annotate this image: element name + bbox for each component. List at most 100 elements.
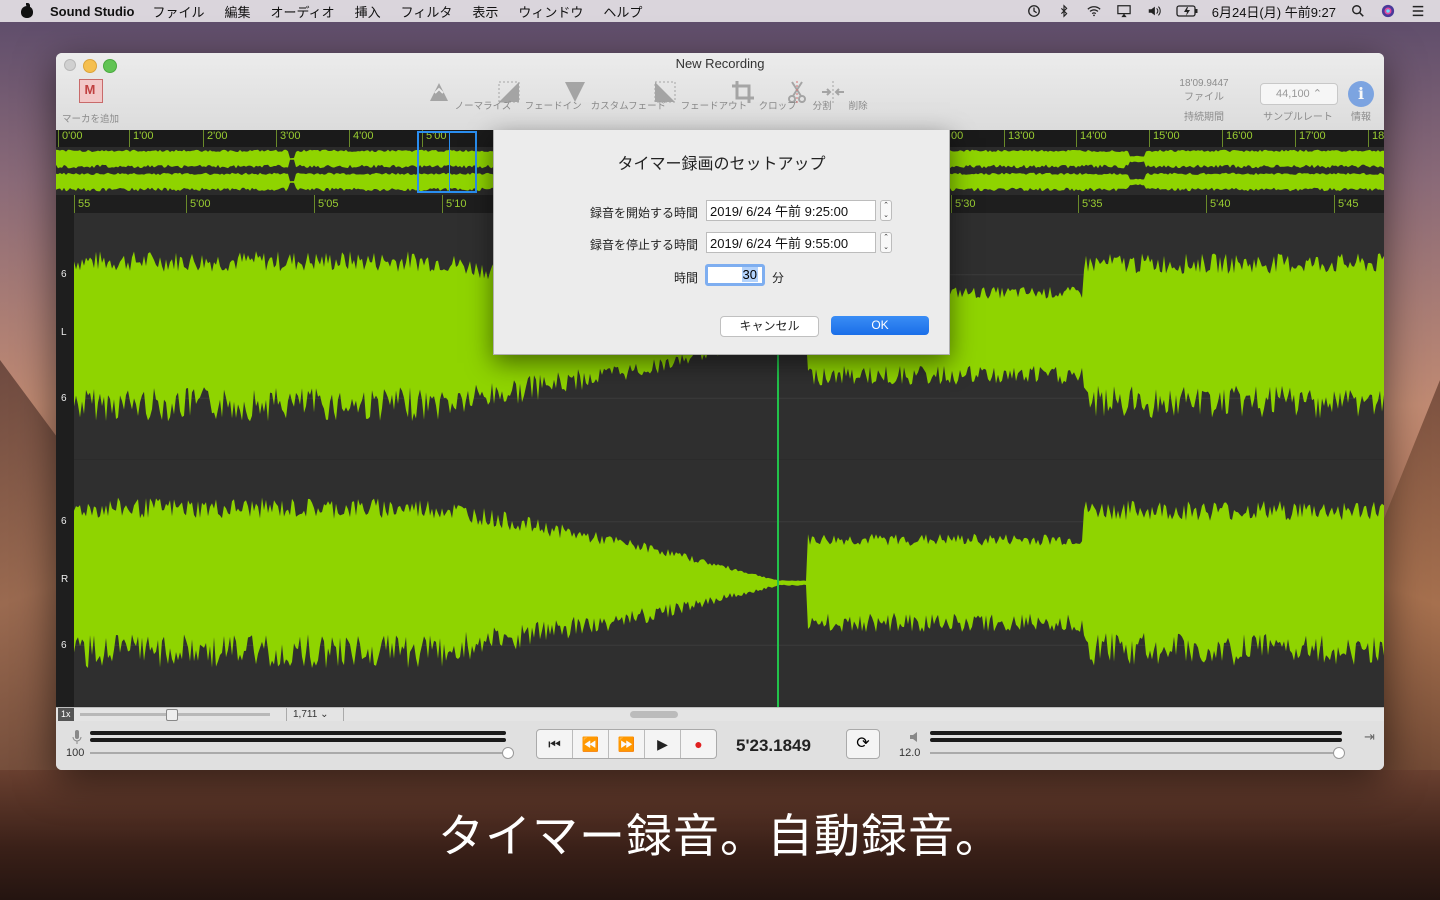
ruler-tick: 16'00 [1222,130,1253,147]
output-level-meter-left [930,731,1342,735]
channel-scale-label: 6 [61,516,67,527]
transport-bar: 100 ⏮ ⏪ ⏩ ▶ ● 5'23.1849 ⟳ 12.0 ⇥ [56,721,1384,770]
ruler-tick: 5'00 [186,195,210,213]
duration-unit-label: 分 [772,271,785,285]
delete-range-icon [822,81,844,103]
ruler-tick: 14'00 [1076,130,1107,147]
custom-fade-icon [565,82,585,102]
sample-rate-label: サンプルレート [1263,112,1333,123]
custom-fade-button[interactable]: カスタムフェード [562,79,666,112]
menu-audio[interactable]: オーディオ [271,2,335,21]
input-level-meter-right [90,738,506,742]
ruler-tick: 5'35 [1078,195,1102,213]
transport-controls: ⏮ ⏪ ⏩ ▶ ● [536,729,717,759]
promo-caption: タイマー録音。自動録音。 [438,810,1002,862]
apple-icon[interactable] [20,3,34,19]
record-button[interactable]: ● [681,730,716,758]
overview-playhead [449,131,450,193]
menu-filter[interactable]: フィルタ [401,2,453,21]
menu-file[interactable]: ファイル [152,2,204,21]
loop-button[interactable]: ⟳ [846,729,880,759]
delete-button[interactable]: 削除 [820,79,868,112]
output-level-value: 12.0 [899,747,921,759]
ruler-tick: 5'05 [314,195,338,213]
horizontal-scroll-thumb[interactable] [630,711,678,718]
window-title: New Recording [675,56,765,71]
timer-recording-dialog: タイマー録画のセットアップ 録音を開始する時間 2019/ 6/24 午前 9:… [493,130,950,355]
ruler-tick: 17'00 [1295,130,1326,147]
channel-right-label: R [61,574,69,585]
output-level-meter-right [930,738,1342,742]
input-gain-slider[interactable] [90,752,508,754]
fast-forward-button[interactable]: ⏩ [609,730,645,758]
microphone-icon [72,730,82,744]
info-label: 情報 [1351,112,1371,123]
duration-minutes-input[interactable]: 30 [705,264,765,286]
rewind-button[interactable]: ⏪ [573,730,609,758]
menu-bar: Sound Studio ファイル 編集 オーディオ 挿入 フィルタ 表示 ウィ… [0,0,1440,22]
ruler-tick: 18 [1368,130,1384,147]
start-time-field[interactable]: 2019/ 6/24 午前 9:25:00 [706,200,876,221]
skip-to-start-button[interactable]: ⏮ [537,730,573,758]
play-button[interactable]: ▶ [645,730,681,758]
zoom-slider-thumb[interactable] [166,709,178,721]
output-routing-icon[interactable]: ⇥ [1364,729,1375,745]
fade-out-icon [654,81,676,103]
ruler-tick: 5'45 [1334,195,1358,213]
stop-time-stepper[interactable]: ⌃ ⌄ [880,232,892,253]
input-level-meter-left [90,731,506,735]
normalize-icon [430,83,448,101]
ruler-tick: 3'00 [276,130,300,147]
channel-scale-label: 6 [61,269,67,280]
spotlight-search-icon[interactable] [1350,4,1366,18]
marker-icon [78,79,103,103]
sound-studio-window: New Recording マーカを追加 ノーマライズ フェードイン カスタムフ… [56,53,1384,770]
notification-center-icon[interactable] [1410,4,1426,18]
ruler-tick: 13'00 [1004,130,1035,147]
stop-time-label: 録音を停止する時間 [589,238,698,252]
ruler-tick: 15'00 [1149,130,1180,147]
battery-icon[interactable] [1176,4,1198,18]
output-volume-thumb[interactable] [1333,747,1345,759]
start-time-stepper[interactable]: ⌃ ⌄ [880,200,892,221]
scissors-icon [788,81,806,103]
wifi-icon[interactable] [1086,4,1102,18]
menu-app-name[interactable]: Sound Studio [50,4,134,19]
channel-left-label: L [61,327,67,338]
menu-window[interactable]: ウィンドウ [518,2,583,21]
sample-rate-select[interactable]: 44,100 ⌃ [1260,83,1338,105]
menu-insert[interactable]: 挿入 [355,2,381,21]
cancel-button[interactable]: キャンセル [720,316,819,337]
ruler-tick: 1'00 [129,130,153,147]
volume-icon[interactable] [1146,4,1162,18]
time-machine-icon[interactable] [1026,4,1042,18]
channel-gutter: 6 L 6 6 R 6 [56,213,74,707]
menu-help[interactable]: ヘルプ [603,2,642,21]
input-level-value: 100 [66,747,85,759]
zoom-value-select[interactable]: 1,711 ⌄ [286,708,344,721]
overview-selection-box[interactable] [417,131,477,193]
menu-view[interactable]: 表示 [472,2,498,21]
menu-edit[interactable]: 編集 [225,2,251,21]
bluetooth-icon[interactable] [1056,4,1072,18]
crop-icon [732,81,754,103]
menu-extras: 6月24日(月) 午前9:27 [1026,0,1426,22]
ruler-tick: 2'00 [203,130,227,147]
timecode-display: 5'23.1849 [736,736,811,755]
output-volume-slider[interactable] [930,752,1344,754]
zoom-scroll-bar: 1x 1,711 ⌄ [56,707,1384,722]
input-gain-thumb[interactable] [502,747,514,759]
ruler-tick: 5'10 [442,195,466,213]
duration-label: 時間 [673,271,698,285]
zoom-label: 1x [58,708,74,721]
add-marker-button[interactable]: マーカを追加 [62,79,119,125]
airplay-icon[interactable] [1116,4,1132,18]
stop-time-field[interactable]: 2019/ 6/24 午前 9:55:00 [706,232,876,253]
toolbar: New Recording マーカを追加 ノーマライズ フェードイン カスタムフ… [56,53,1384,131]
info-icon[interactable]: i [1348,81,1374,107]
fade-in-icon [498,81,520,103]
menu-clock[interactable]: 6月24日(月) 午前9:27 [1212,2,1336,21]
ok-button[interactable]: OK [831,316,929,335]
ruler-tick: 5'40 [1206,195,1230,213]
siri-icon[interactable] [1380,4,1396,18]
